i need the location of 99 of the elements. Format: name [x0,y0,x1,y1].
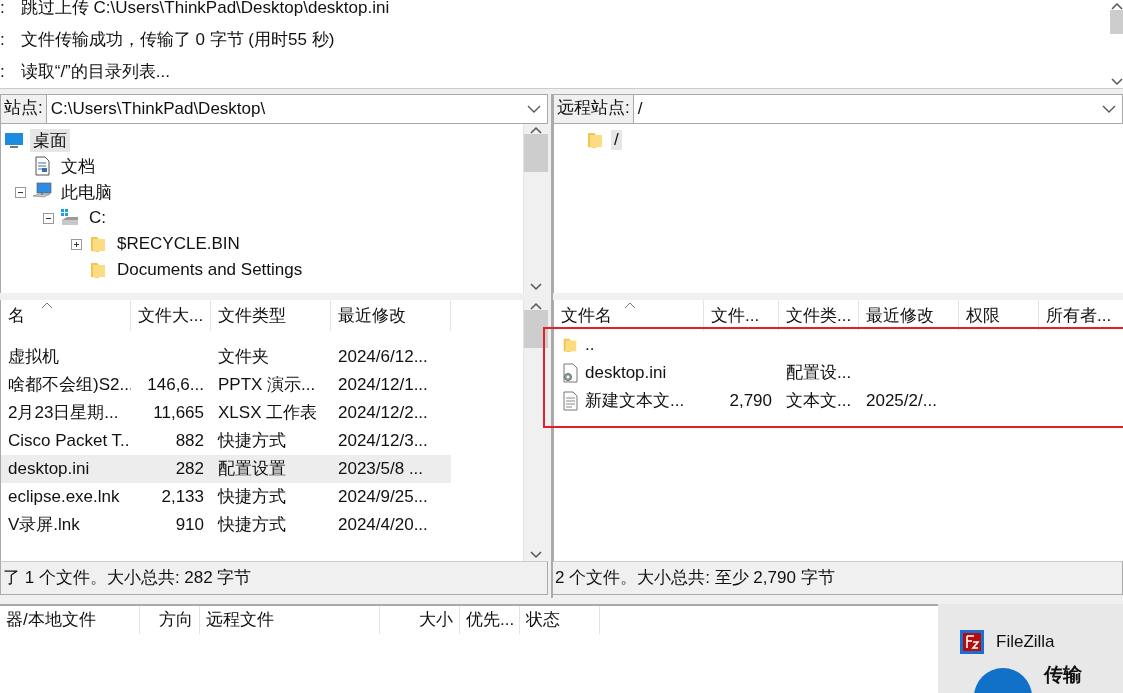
table-cell-text: 2,790 [728,390,773,412]
table-cell-text: 虚拟机 [7,346,60,368]
table-cell-text: desktop.ini [7,458,91,480]
column-header[interactable]: 文件大... [131,300,211,331]
drive-icon [60,208,80,228]
log-prefix: : [0,0,5,19]
column-header[interactable]: 器/本地文件 [0,606,140,634]
column-header[interactable]: 最近修改 [331,300,451,331]
collapse-icon[interactable] [43,212,54,224]
table-cell-text: 快捷方式 [216,514,287,536]
table-cell-text: eclipse.exe.lnk [7,486,121,508]
table-cell-text: 配置设... [785,362,853,384]
table-cell-text: 2,133 [160,486,205,508]
scrollbar[interactable] [523,300,548,561]
tree-item[interactable]: 此电脑 [58,180,115,204]
table-cell-text: 2024/12/1... [337,374,429,396]
column-header[interactable]: 方向 [140,606,200,634]
tree-item[interactable]: / [611,130,622,150]
log-message: 文件传输成功，传输了 0 字节 (用时55 秒) [20,29,335,51]
table-cell-text: 2025/2/... [865,390,938,412]
folder-icon [88,260,108,280]
tree-item[interactable]: Documents and Settings [114,260,306,280]
column-header[interactable]: 名 [1,300,131,331]
column-header[interactable]: 远程文件 [200,606,380,634]
table-cell-text: Cisco Packet T... [7,430,131,452]
file-name: 新建文本文... [585,390,685,412]
log-prefix: : [0,61,5,83]
table-cell-text: PPTX 演示... [217,374,317,396]
table-cell-text: 146,6... [146,374,205,396]
file-row[interactable]: Cisco Packet T... 882 快捷方式 2024/12/3... [1,427,451,455]
file-row[interactable]: 2月23日星期... 11,665 XLSX 工作表 2024/12/2... [1,399,451,427]
column-header[interactable]: 文件... [704,300,779,331]
table-cell-text: 2024/6/12... [337,346,429,368]
table-cell-text: 文本文... [785,390,853,412]
column-header[interactable]: 权限 [959,300,1039,331]
tree-item[interactable]: C: [86,208,109,228]
table-cell-text: 282 [174,458,205,480]
status-text: 了 1 个文件。大小总共: 282 字节 [0,561,548,595]
folder-icon [88,234,108,254]
file-row[interactable]: 新建文本文... 2,790 文本文... 2025/2/... [554,387,1123,415]
scroll-down-icon [1110,78,1123,86]
notification-panel[interactable]: FileZilla 传输 [938,604,1123,693]
app-name: FileZilla [996,632,1055,652]
expand-icon[interactable] [71,238,82,250]
log-prefix: : [0,29,5,51]
app-logo-icon [960,630,984,654]
file-row[interactable]: .. [554,331,1123,359]
file-row[interactable]: V录屏.lnk 910 快捷方式 2024/4/20... [1,511,451,539]
table-cell-text: 快捷方式 [216,486,287,508]
scroll-down-icon [530,551,542,559]
scroll-thumb[interactable] [1110,10,1123,34]
monitor-icon [4,130,24,150]
file-row[interactable]: eclipse.exe.lnk 2,133 快捷方式 2024/9/25... [1,483,451,511]
scroll-thumb[interactable] [524,134,548,172]
table-cell-text: 2024/12/2... [337,402,429,424]
column-header[interactable]: 文件名 [554,300,704,331]
scroll-thumb[interactable] [524,310,548,348]
settings-file-icon [561,363,579,383]
tree-item[interactable]: $RECYCLE.BIN [114,234,243,254]
file-name: .. [585,334,595,356]
scroll-up-icon [530,126,542,134]
scroll-down-icon [530,283,542,291]
scroll-up-icon [1110,2,1123,10]
column-header[interactable]: 所有者... [1039,300,1123,331]
table-cell-text: V录屏.lnk [7,514,81,536]
table-cell-text: 文件夹 [217,346,270,368]
table-cell-text: 配置设置 [217,458,287,480]
column-header[interactable]: 状态 [520,606,600,634]
table-cell-text: 910 [174,514,205,536]
column-header[interactable]: 文件类型 [211,300,331,331]
file-name: desktop.ini [585,362,667,384]
tree-item[interactable]: 桌面 [30,128,70,152]
column-header[interactable]: 文件类... [779,300,859,331]
table-cell-text: 2月23日星期... [7,402,120,424]
scroll-up-icon [530,302,542,310]
document-icon [32,156,52,176]
collapse-icon[interactable] [15,186,26,198]
scrollbar[interactable] [523,124,548,293]
notification-title: 传输 [1044,663,1082,687]
table-cell-text: 快捷方式 [216,430,287,452]
table-cell-text: XLSX 工作表 [217,402,319,424]
table-cell-text: 882 [174,430,205,452]
table-cell-text: 2023/5/8 ... [337,458,425,480]
status-text: 2 个文件。大小总共: 至少 2,790 字节 [553,561,1123,595]
table-cell-text: 2024/9/25... [337,486,429,508]
column-header[interactable]: 最近修改 [859,300,959,331]
table-cell-text: 2024/12/3... [337,430,429,452]
file-row[interactable]: 虚拟机 文件夹 2024/6/12... [1,343,451,371]
folder-icon [585,130,605,150]
text-file-icon [561,391,579,411]
table-cell-text: 2024/4/20... [337,514,429,536]
column-header[interactable]: 大小 [380,606,460,634]
file-row[interactable]: desktop.ini 配置设... [554,359,1123,387]
column-header[interactable]: 优先... [460,606,520,634]
log-message: 读取“/”的目录列表... [20,61,170,83]
scrollbar[interactable] [1110,0,1123,88]
table-cell-text: 11,665 [152,402,205,424]
file-row[interactable]: desktop.ini 282 配置设置 2023/5/8 ... [1,455,451,483]
tree-item[interactable]: 文档 [58,154,98,178]
